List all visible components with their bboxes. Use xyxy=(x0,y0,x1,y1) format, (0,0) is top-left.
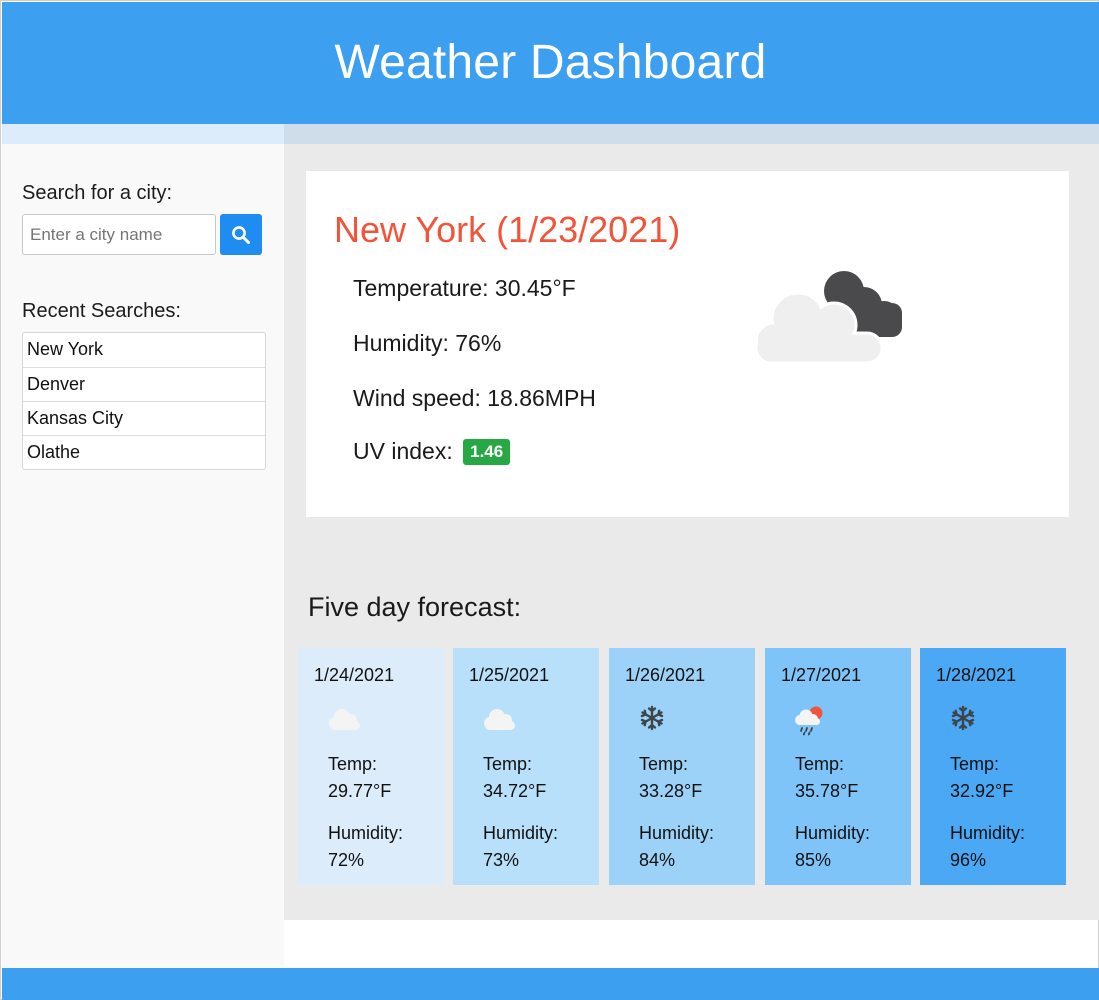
forecast-temp: 29.77°F xyxy=(328,781,392,801)
forecast-title: Five day forecast: xyxy=(308,592,522,622)
forecast-card: 1/27/2021 Temp: 35.78°F Humidity: 85% xyxy=(765,648,911,885)
app-frame: Weather Dashboard Search for a city: Rec… xyxy=(0,0,1099,1000)
forecast-temp: 35.78°F xyxy=(795,781,859,801)
uv-index-label: UV index: xyxy=(353,438,453,464)
forecast-humidity-label: Humidity: xyxy=(483,823,559,843)
forecast-card: 1/26/2021 Temp: 33.28°F Humidity: 84% xyxy=(609,648,755,885)
search-button[interactable] xyxy=(220,214,262,255)
recent-search-item[interactable]: Olathe xyxy=(23,435,265,469)
current-temperature: Temperature: 30.45°F xyxy=(353,275,576,301)
forecast-date: 1/26/2021 xyxy=(625,665,706,685)
forecast-date: 1/27/2021 xyxy=(781,665,862,685)
current-uv-row: UV index: 1.46 xyxy=(353,438,511,465)
forecast-date: 1/28/2021 xyxy=(936,665,1017,685)
cloud-icon xyxy=(484,709,515,730)
forecast-humidity-label: Humidity: xyxy=(639,823,715,843)
forecast-temp-label: Temp: xyxy=(483,754,533,774)
recent-search-item[interactable]: Kansas City xyxy=(23,401,265,435)
current-wind-speed: Wind speed: 18.86MPH xyxy=(353,385,596,411)
forecast-humidity: 72% xyxy=(328,850,365,870)
forecast-temp-label: Temp: xyxy=(950,754,1000,774)
sidebar-top-stripe xyxy=(2,124,284,144)
snowflake-icon xyxy=(951,705,975,731)
app-header: Weather Dashboard xyxy=(2,2,1099,124)
main-content: New York (1/23/2021) Temperature: 30.45°… xyxy=(284,144,1099,920)
forecast-temp-label: Temp: xyxy=(328,754,378,774)
cloud-icon xyxy=(329,709,360,730)
current-humidity: Humidity: 76% xyxy=(353,330,502,356)
forecast-temp: 34.72°F xyxy=(483,781,547,801)
search-icon xyxy=(232,225,250,244)
forecast-card: 1/24/2021 Temp: 29.77°F Humidity: 72% xyxy=(298,648,444,885)
rain-sun-icon xyxy=(795,706,823,736)
forecast-card: 1/28/2021 Temp: 32.92°F Humidity: 96% xyxy=(920,648,1066,885)
forecast-date: 1/24/2021 xyxy=(314,665,395,685)
forecast-card: 1/25/2021 Temp: 34.72°F Humidity: 73% xyxy=(453,648,599,885)
forecast-humidity-label: Humidity: xyxy=(950,823,1026,843)
uv-index-badge: 1.46 xyxy=(463,439,511,465)
search-input[interactable] xyxy=(22,214,216,255)
forecast-humidity-label: Humidity: xyxy=(328,823,404,843)
recent-searches-label: Recent Searches: xyxy=(22,300,181,322)
forecast-temp-label: Temp: xyxy=(639,754,689,774)
forecast-date: 1/25/2021 xyxy=(469,665,550,685)
snowflake-icon xyxy=(640,705,664,731)
current-weather-card: New York (1/23/2021) Temperature: 30.45°… xyxy=(306,171,1069,517)
search-label: Search for a city: xyxy=(22,182,173,204)
sidebar: Search for a city: Recent Searches: New … xyxy=(2,144,284,968)
current-city-title: New York (1/23/2021) xyxy=(334,209,681,250)
main-top-stripe xyxy=(284,124,1099,144)
page-title: Weather Dashboard xyxy=(334,35,767,89)
forecast-humidity-label: Humidity: xyxy=(795,823,871,843)
forecast-humidity: 96% xyxy=(950,850,987,870)
forecast-temp: 32.92°F xyxy=(950,781,1014,801)
night-cloudy-icon xyxy=(754,271,902,365)
forecast-temp: 33.28°F xyxy=(639,781,703,801)
forecast-temp-label: Temp: xyxy=(795,754,845,774)
recent-searches-list: New York Denver Kansas City Olathe xyxy=(22,332,266,470)
forecast-humidity: 84% xyxy=(639,850,676,870)
forecast-humidity: 73% xyxy=(483,850,520,870)
recent-search-item[interactable]: New York xyxy=(23,333,265,367)
recent-search-item[interactable]: Denver xyxy=(23,367,265,401)
forecast-humidity: 85% xyxy=(795,850,832,870)
app-footer xyxy=(2,968,1099,1000)
